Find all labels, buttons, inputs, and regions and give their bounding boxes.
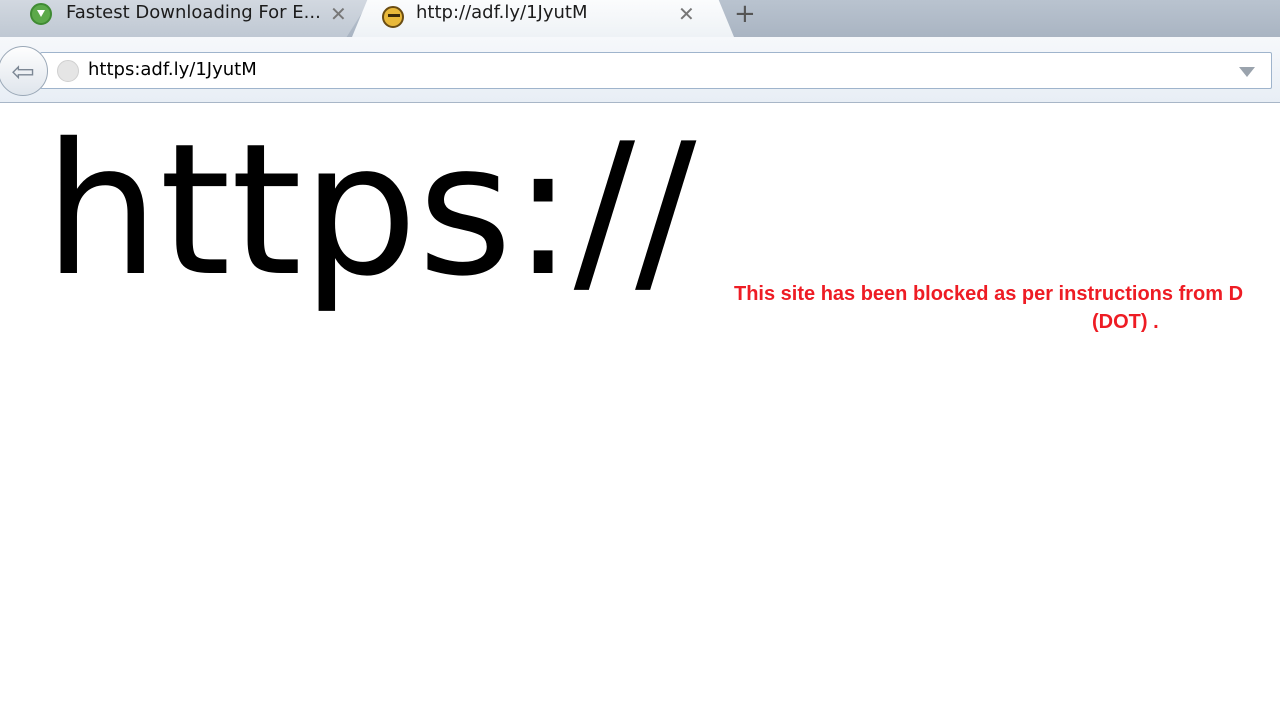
back-arrow-icon: ⇦ [11, 54, 35, 88]
bee-icon [382, 6, 404, 28]
navigation-bar: ⇦ https:adf.ly/1JyutM [0, 37, 1280, 103]
address-bar[interactable]: https:adf.ly/1JyutM [40, 52, 1272, 89]
blocked-message-line1: This site has been blocked as per instru… [734, 283, 1244, 305]
blocked-message-line2: (DOT) . [1092, 311, 1159, 333]
tab-adfly[interactable]: http://adf.ly/1JyutM ✕ [352, 0, 734, 37]
tab-fastest-downloading[interactable]: Fastest Downloading For E... ✕ [0, 0, 370, 37]
page-heading: https:// [44, 104, 697, 316]
chevron-down-icon[interactable] [1239, 67, 1255, 77]
blocked-message: This site has been blocked as per instru… [734, 280, 1280, 336]
tab-strip: Fastest Downloading For E... ✕ http://ad… [0, 0, 1280, 38]
url-input[interactable]: https:adf.ly/1JyutM [88, 59, 257, 80]
download-icon [30, 3, 52, 25]
tab-title: Fastest Downloading For E... [66, 2, 321, 23]
globe-icon [57, 60, 79, 82]
close-icon[interactable]: ✕ [678, 2, 695, 26]
tab-title: http://adf.ly/1JyutM [416, 2, 588, 23]
close-icon[interactable]: ✕ [330, 2, 347, 26]
page-content: https:// This site has been blocked as p… [0, 104, 1280, 720]
back-button[interactable]: ⇦ [0, 46, 48, 96]
new-tab-button[interactable]: + [734, 0, 756, 28]
